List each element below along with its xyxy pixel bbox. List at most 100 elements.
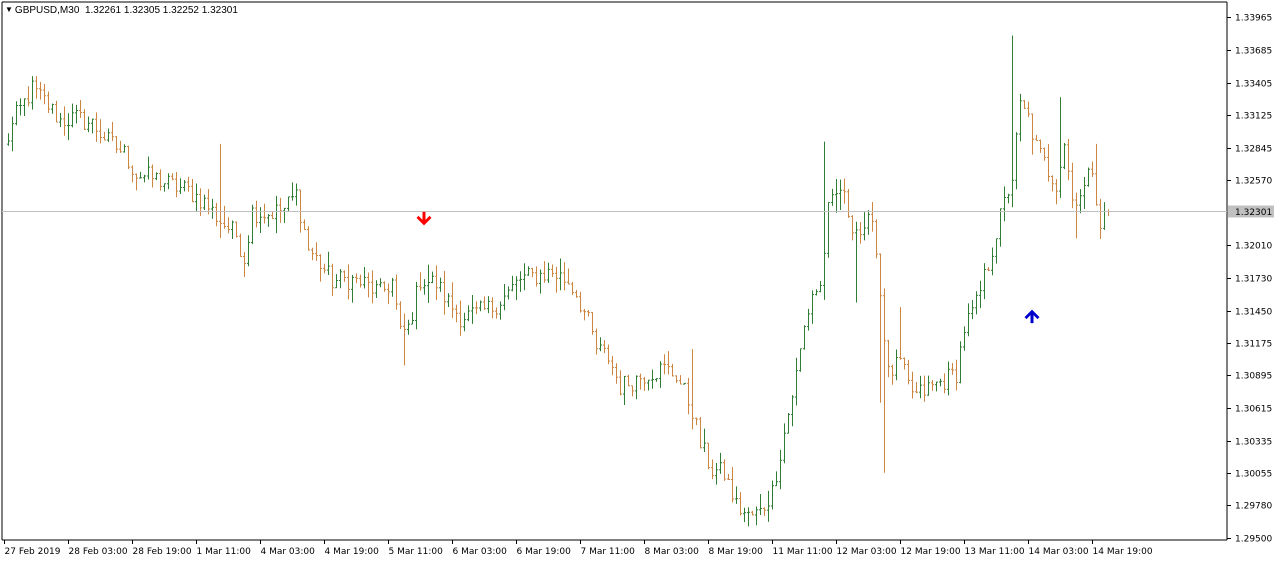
ohlc-bar [739, 492, 742, 516]
ohlc-bar [663, 354, 666, 375]
ohlc-bar [399, 301, 402, 330]
x-tick-label: 1 Mar 11:00 [197, 547, 252, 557]
ohlc-bar [647, 379, 650, 391]
ohlc-bar [179, 178, 182, 194]
signal-arrows [416, 211, 1040, 324]
ohlc-bar [911, 371, 914, 399]
ohlc-bar [643, 376, 646, 391]
ohlc-bar [319, 254, 322, 282]
ohlc-bar [475, 301, 478, 315]
ohlc-bar [811, 290, 814, 324]
ohlc-bar [327, 251, 330, 276]
ohlc-bar [939, 378, 942, 387]
ohlc-bar [39, 81, 42, 100]
x-tick-label: 14 Mar 03:00 [1029, 547, 1089, 557]
ohlc-bar [955, 359, 958, 391]
ohlc-bar [111, 121, 114, 142]
ohlc-bar [551, 264, 554, 277]
ohlc-bar [763, 507, 766, 516]
ohlc-bar [1087, 167, 1090, 187]
ohlc-bar [803, 325, 806, 350]
ohlc-bar [1091, 161, 1094, 177]
ohlc-bar [1035, 134, 1038, 141]
ohlc-readout: 1.32261 1.32305 1.32252 1.32301 [84, 5, 238, 16]
ohlc-bar [915, 381, 918, 394]
ohlc-bar [1079, 189, 1082, 214]
ohlc-bar [211, 198, 214, 219]
ohlc-bar [87, 116, 90, 133]
buy-arrow-icon [1024, 309, 1040, 324]
price-chart[interactable]: 1.33965 1.33685 1.33405 1.33125 1.32845 1.325… [0, 0, 1276, 562]
ohlc-bar [247, 235, 250, 267]
ohlc-bar [23, 98, 26, 116]
ohlc-bar [879, 253, 882, 403]
y-tick-label: 1.33405 [1235, 80, 1272, 90]
ohlc-bar [15, 101, 18, 126]
ohlc-bar [363, 266, 366, 289]
ohlc-bar [971, 299, 974, 320]
x-tick-label: 14 Mar 19:00 [1093, 547, 1153, 557]
y-tick-label: 1.29780 [1235, 502, 1272, 512]
ohlc-bar [871, 202, 874, 232]
ohlc-bar [371, 270, 374, 304]
ohlc-bar [387, 283, 390, 305]
ohlc-bar [715, 463, 718, 485]
ohlc-bar [183, 179, 186, 192]
ohlc-bar [747, 507, 750, 527]
ohlc-bar [151, 164, 154, 188]
x-tick-label: 12 Mar 03:00 [837, 547, 897, 557]
y-tick-label: 1.33685 [1235, 47, 1272, 57]
ohlc-bar [431, 271, 434, 284]
x-tick-label: 28 Feb 03:00 [69, 547, 128, 557]
ohlc-bar [155, 172, 158, 181]
ohlc-bar [627, 374, 630, 387]
ohlc-bar [903, 357, 906, 370]
ohlc-bar [995, 238, 998, 264]
ohlc-bar [843, 178, 846, 204]
ohlc-bar [1007, 193, 1010, 204]
ohlc-bar [383, 281, 386, 292]
ohlc-bar [527, 266, 530, 276]
price-axis[interactable]: 1.33965 1.33685 1.33405 1.33125 1.32845 1.325… [1227, 14, 1274, 545]
ohlc-bar [123, 144, 126, 153]
ohlc-bar [235, 221, 238, 238]
ohlc-bar [451, 282, 454, 319]
ohlc-bar [535, 266, 538, 287]
ohlc-bar [891, 364, 894, 385]
ohlc-bar [187, 176, 190, 192]
x-tick-label: 28 Feb 19:00 [133, 547, 192, 557]
ohlc-bar [59, 112, 62, 127]
ohlc-bar [307, 226, 310, 251]
ohlc-bar [943, 373, 946, 394]
ohlc-bar [743, 507, 746, 523]
ohlc-bar [379, 278, 382, 288]
ohlc-bar [991, 247, 994, 276]
ohlc-bar [639, 373, 642, 390]
ohlc-bar [823, 141, 826, 300]
ohlc-bar [1043, 147, 1046, 161]
ohlc-bar [983, 263, 986, 300]
ohlc-bar [375, 280, 378, 298]
ohlc-bar [615, 363, 618, 384]
ohlc-bar [671, 363, 674, 377]
ohlc-bar [531, 267, 534, 278]
ohlc-bar [655, 378, 658, 382]
x-tick-label: 6 Mar 03:00 [453, 547, 508, 557]
ohlc-bar [251, 204, 254, 245]
ohlc-bar [295, 183, 298, 206]
dropdown-triangle-icon[interactable]: ▼ [5, 4, 13, 16]
y-tick-label: 1.32010 [1235, 242, 1272, 252]
ohlc-bar [631, 385, 634, 397]
ohlc-bar [47, 91, 50, 113]
ohlc-bar [815, 289, 818, 296]
ohlc-bar [227, 217, 230, 234]
ohlc-bar [599, 337, 602, 352]
ohlc-bar [923, 375, 926, 402]
ohlc-bar [99, 119, 102, 144]
ohlc-bar [851, 215, 854, 241]
ohlc-bar [215, 202, 218, 227]
ohlc-bar [859, 222, 862, 244]
x-tick-label: 4 Mar 03:00 [261, 547, 316, 557]
ohlc-bar [27, 86, 30, 107]
time-axis[interactable]: 27 Feb 2019 28 Feb 03:00 28 Feb 19:00 1 Mar… [4, 540, 1153, 557]
